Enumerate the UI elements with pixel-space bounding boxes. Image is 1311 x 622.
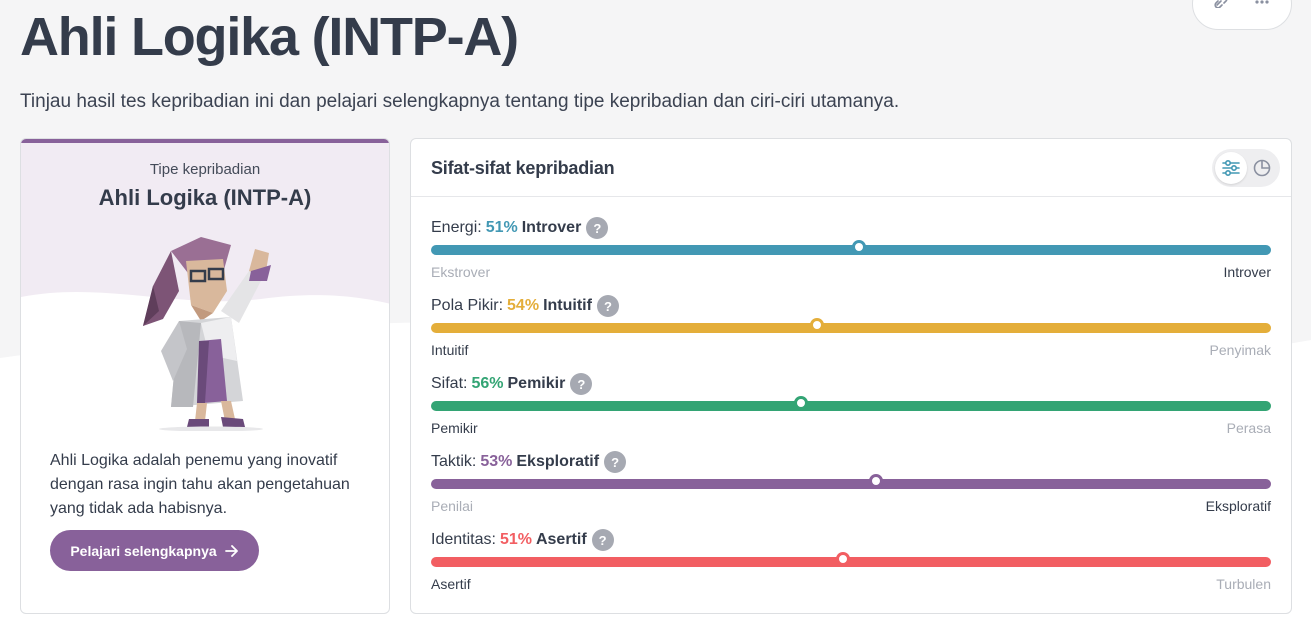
trait-slider-knob [852, 240, 866, 254]
trait-percent: 54% [507, 297, 540, 314]
trait-percent: 56% [471, 375, 504, 392]
share-actions [1192, 0, 1292, 30]
pie-view-button[interactable] [1246, 152, 1278, 184]
logician-illustration [143, 237, 271, 431]
trait-right-label: Penyimak [1209, 342, 1271, 358]
trait-name: Identitas: [431, 531, 496, 548]
trait-right-label: Eksploratif [1205, 498, 1271, 514]
trait-percent: 51% [499, 531, 532, 548]
page-subtitle: Tinjau hasil tes kepribadian ini dan pel… [20, 91, 900, 112]
learn-more-button[interactable]: Pelajari selengkapnya [50, 530, 259, 571]
trait-left-label: Intuitif [431, 342, 469, 358]
trait-row: Taktik: 53% Eksploratif? Penilai Eksploratif [431, 451, 1271, 529]
help-icon[interactable]: ? [591, 529, 614, 551]
arrow-right-icon [224, 544, 238, 557]
trait-left-label: Pemikir [431, 420, 478, 436]
pie-chart-icon [1253, 159, 1271, 177]
link-icon[interactable] [1213, 0, 1231, 9]
trait-name: Taktik: [431, 453, 477, 470]
trait-slider-knob [836, 552, 850, 566]
trait-row: Identitas: 51% Asertif? Asertif Turbulen [431, 529, 1271, 607]
trait-percent: 51% [485, 219, 518, 236]
trait-row: Pola Pikir: 54% Intuitif? Intuitif Penyimak [431, 295, 1271, 373]
trait-right-label: Introver [1223, 264, 1271, 280]
sliders-icon [1222, 160, 1240, 176]
trait-slider-knob [810, 318, 824, 332]
trait-bar [431, 479, 1271, 489]
trait-dominant: Pemikir [507, 375, 566, 392]
trait-name: Pola Pikir: [431, 297, 504, 314]
trait-left-label: Ekstrover [431, 264, 491, 280]
type-label: Tipe kepribadian [149, 161, 261, 178]
help-icon[interactable]: ? [596, 295, 619, 317]
trait-heading: Identitas: 51% Asertif? [431, 529, 614, 551]
trait-bar [431, 323, 1271, 333]
trait-row: Energi: 51% Introver? Ekstrover Introver [431, 217, 1271, 295]
type-description: Ahli Logika adalah penemu yang inovatif … [50, 452, 350, 517]
trait-bar [431, 557, 1271, 567]
more-icon[interactable] [1253, 0, 1271, 9]
learn-more-label: Pelajari selengkapnya [70, 542, 217, 559]
trait-heading: Sifat: 56% Pemikir? [431, 373, 593, 395]
sliders-view-button[interactable] [1215, 152, 1247, 184]
help-icon[interactable]: ? [570, 373, 593, 395]
page-title: Ahli Logika (INTP-A) [20, 7, 519, 67]
help-icon[interactable]: ? [604, 451, 627, 473]
trait-slider-knob [869, 474, 883, 488]
trait-right-label: Perasa [1226, 420, 1271, 436]
traits-header: Sifat-sifat kepribadian [411, 139, 1291, 197]
trait-dominant: Introver [521, 219, 582, 236]
help-icon[interactable]: ? [586, 217, 609, 239]
view-toggle [1212, 149, 1280, 187]
trait-bar [431, 401, 1271, 411]
trait-heading: Energi: 51% Introver? [431, 217, 609, 239]
trait-right-label: Turbulen [1216, 576, 1271, 592]
trait-left-label: Penilai [431, 498, 474, 514]
trait-heading: Taktik: 53% Eksploratif? [431, 451, 627, 473]
trait-name: Energi: [431, 219, 482, 236]
trait-row: Sifat: 56% Pemikir? Pemikir Perasa [431, 373, 1271, 451]
trait-heading: Pola Pikir: 54% Intuitif? [431, 295, 619, 317]
trait-dominant: Intuitif [543, 297, 592, 314]
trait-dominant: Eksploratif [516, 453, 600, 470]
trait-percent: 53% [480, 453, 513, 470]
traits-title: Sifat-sifat kepribadian [431, 158, 615, 178]
personality-traits-card: Sifat-sifat kepribadian Energi: 51% Introv… [410, 138, 1292, 614]
personality-type-card: Tipe kepribadian Ahli Logika (INTP-A) Ah… [20, 138, 390, 614]
trait-name: Sifat: [431, 375, 468, 392]
trait-bar [431, 245, 1271, 255]
type-name: Ahli Logika (INTP-A) [98, 185, 312, 210]
trait-dominant: Asertif [535, 531, 587, 548]
trait-slider-knob [794, 396, 808, 410]
trait-left-label: Asertif [431, 576, 471, 592]
